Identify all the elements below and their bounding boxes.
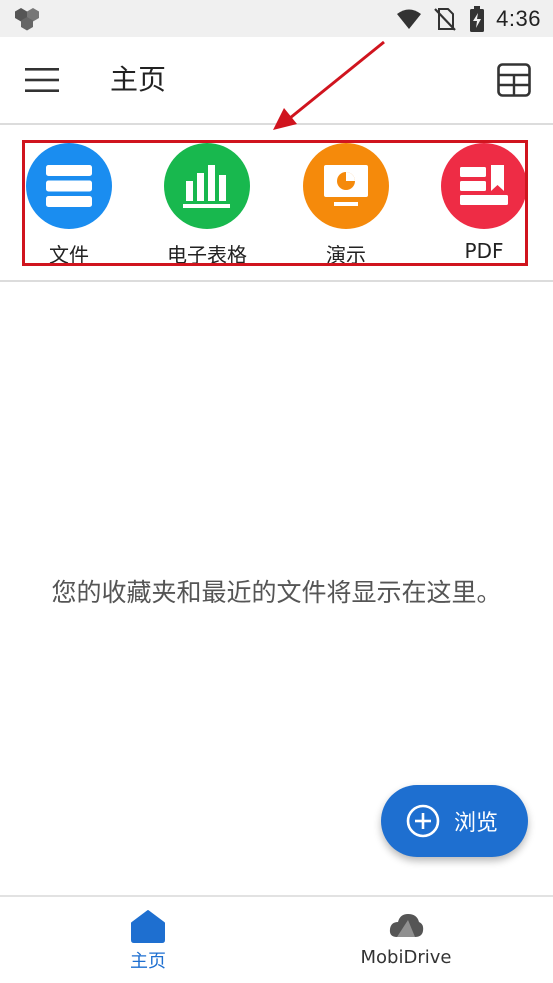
quick-item-label: 演示 [326, 243, 366, 267]
quick-item-presentations[interactable]: 演示 [286, 143, 406, 268]
no-sim-icon [434, 7, 456, 31]
presentation-icon [324, 165, 368, 206]
cloud-drive-icon [389, 914, 424, 937]
quick-item-pdf[interactable]: PDF [424, 143, 544, 263]
app-bar: 主页 [0, 37, 553, 125]
nav-item-label: 主页 [130, 951, 166, 972]
pdf-icon [460, 165, 508, 205]
quick-item-label: PDF [464, 239, 504, 263]
app-hex-icon [15, 8, 39, 31]
empty-state-message: 您的收藏夹和最近的文件将显示在这里。 [51, 578, 502, 607]
menu-button[interactable] [20, 59, 64, 101]
hamburger-menu-icon [25, 68, 59, 92]
nav-item-mobidrive[interactable]: MobiDrive [268, 897, 544, 983]
browse-button-label: 浏览 [454, 811, 499, 836]
nav-item-label: MobiDrive [360, 947, 452, 968]
home-icon [131, 910, 165, 943]
presentation-circle [303, 143, 389, 229]
wifi-icon [397, 9, 422, 29]
status-time: 4:36 [496, 5, 541, 31]
browse-button[interactable]: 浏览 [381, 785, 528, 857]
status-icons: 4:36 [396, 0, 541, 37]
quick-item-label: 电子表格 [167, 243, 247, 267]
spreadsheet-chart-icon [183, 165, 230, 208]
quick-item-documents[interactable]: 文件 [9, 143, 129, 268]
screen: 4:36 主页 文件 电子表格 演示 PDF 您的收藏夹和最近的文件将显示在这里… [0, 0, 553, 983]
quick-item-label: 文件 [49, 243, 89, 267]
quick-access-row: 文件 电子表格 演示 PDF [0, 125, 553, 282]
plus-circle-icon [406, 804, 440, 838]
spreadsheet-circle [164, 143, 250, 229]
document-circle [26, 143, 112, 229]
document-icon [46, 165, 92, 207]
battery-charging-icon [470, 5, 485, 32]
quick-item-spreadsheets[interactable]: 电子表格 [147, 143, 267, 268]
grid-view-icon [497, 63, 531, 97]
page-title: 主页 [110, 63, 167, 96]
grid-view-button[interactable] [493, 59, 535, 101]
bottom-navigation: 主页 MobiDrive [0, 895, 553, 983]
pdf-circle [441, 143, 527, 229]
nav-item-home[interactable]: 主页 [10, 897, 286, 983]
status-bar: 4:36 [0, 0, 553, 37]
